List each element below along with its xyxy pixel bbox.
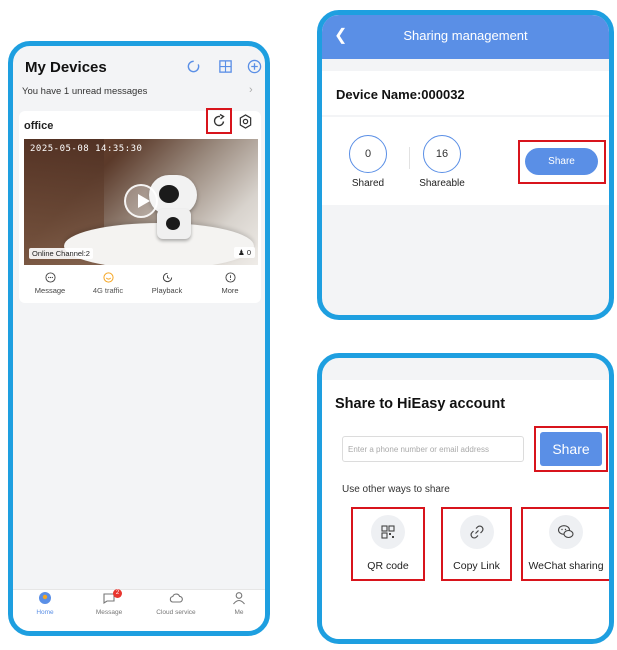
unread-badge: 2 [113,589,122,598]
traffic-icon [102,272,114,283]
tab-message[interactable]: 2 Message [79,589,139,616]
shared-count: 0 [349,135,387,173]
camera-live-view[interactable]: 2025-05-08 14:35:30 Online Channel:2 ♟ 0 [24,139,258,265]
action-label: Playback [151,286,183,295]
share-button[interactable]: Share [540,432,602,466]
unread-messages-banner[interactable]: You have 1 unread messages [22,86,147,97]
settings-icon[interactable] [238,114,253,129]
message-icon [44,272,56,283]
tab-label: Me [234,609,244,616]
shareable-count: 16 [423,135,461,173]
device-name: Device Name:000032 [336,87,465,102]
page-title: My Devices [25,59,107,76]
action-label: Message [34,286,66,295]
other-ways-label: Use other ways to share [342,484,450,495]
action-4g-traffic[interactable]: 4G traffic [83,272,133,295]
option-label: WeChat sharing [528,560,604,572]
option-wechat-sharing[interactable]: WeChat sharing [523,509,609,579]
divider [409,147,410,169]
action-playback[interactable]: Playback [142,272,192,295]
refresh-icon[interactable] [185,58,202,75]
page-title: Sharing management [403,28,528,43]
action-label: 4G traffic [92,286,124,295]
shared-label: Shared [351,178,385,189]
tab-label: Home [36,609,54,616]
tab-label: Message [95,609,123,616]
qr-code-icon [371,515,405,549]
more-icon [224,272,236,283]
link-icon [459,515,494,549]
share-icon[interactable] [211,113,227,129]
device-name: office [24,120,54,132]
account-input[interactable]: Enter a phone number or email address [342,436,524,462]
phone-sharing-management: ❮ Sharing management Device Name:000032 … [317,10,614,320]
grid-view-icon[interactable] [217,58,234,75]
option-copy-link[interactable]: Copy Link [443,509,510,579]
play-button[interactable] [124,184,158,218]
tab-cloud-service[interactable]: Cloud service [146,591,206,616]
person-icon [232,591,246,605]
tab-home[interactable]: Home [15,591,75,616]
viewer-count-value: 0 [246,248,251,257]
video-timestamp: 2025-05-08 14:35:30 [30,144,143,154]
home-icon [38,591,52,605]
wechat-icon [549,515,583,549]
tab-label: Cloud service [156,609,196,616]
playback-icon [162,272,173,283]
option-label: QR code [367,560,409,572]
phone-my-devices: My Devices You have 1 unread messages › … [8,41,270,636]
tab-me[interactable]: Me [209,591,265,616]
viewer-count: ♟ 0 [234,247,255,258]
action-label: More [221,286,239,295]
option-qr-code[interactable]: QR code [353,509,423,579]
person-icon: ♟ [238,248,245,257]
chevron-right-icon: › [249,84,253,96]
page-title: Share to HiEasy account [335,396,506,412]
shareable-label: Shareable [419,178,465,189]
online-channel-label: Online Channel:2 [29,248,93,259]
action-more[interactable]: More [205,272,255,295]
add-device-icon[interactable] [246,58,263,75]
phone-share-to-account: Share to HiEasy account Enter a phone nu… [317,353,614,644]
action-message[interactable]: Message [25,272,75,295]
share-button[interactable]: Share [525,148,598,175]
cloud-icon [169,591,183,605]
option-label: Copy Link [453,560,500,572]
